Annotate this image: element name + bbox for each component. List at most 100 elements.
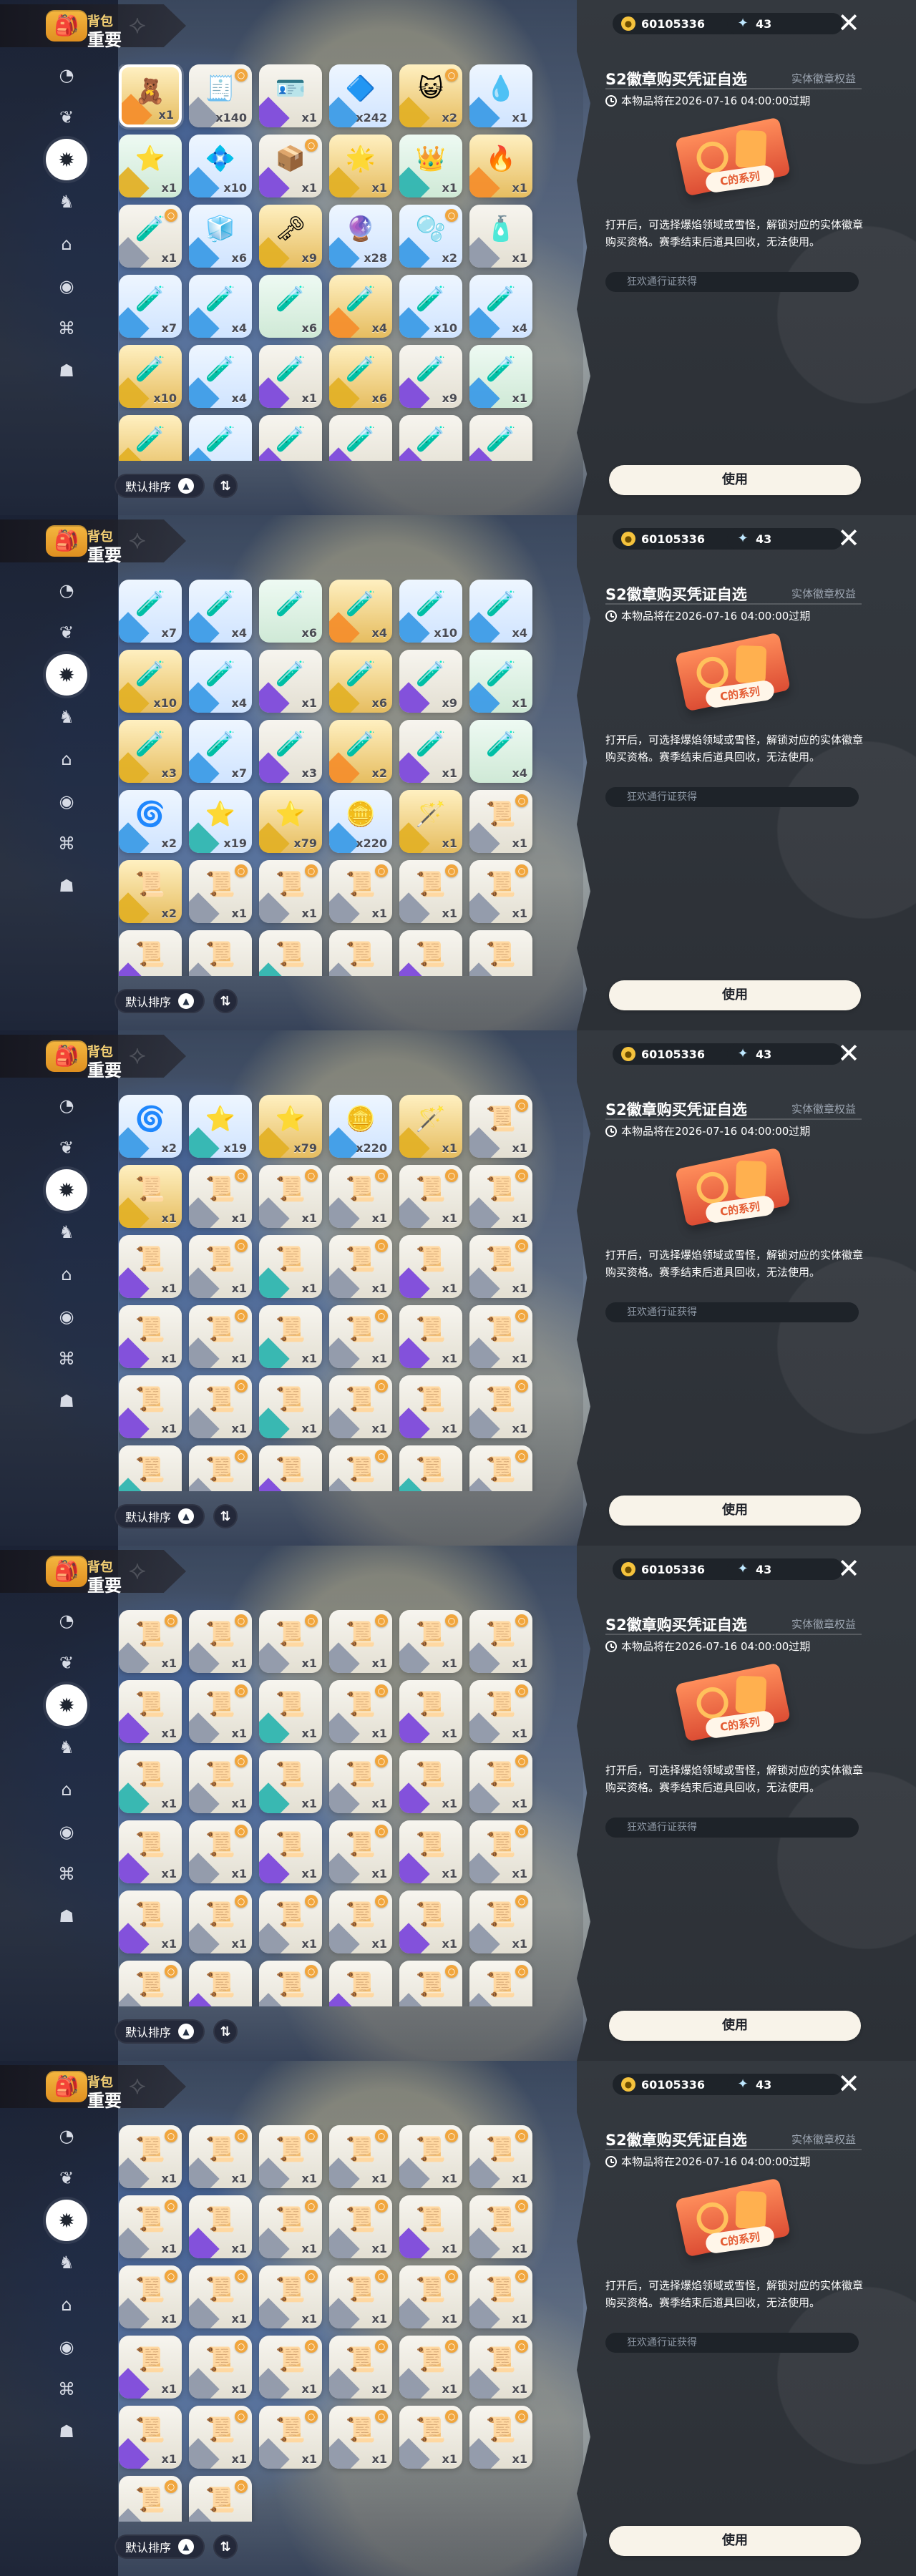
inventory-slot[interactable]: 📜○x1 [189, 1680, 252, 1743]
inventory-slot[interactable]: 📜○x1 [329, 860, 392, 923]
inventory-slot[interactable]: 📜○x1 [469, 1305, 532, 1368]
inventory-slot[interactable]: 📜○x1 [189, 1165, 252, 1228]
inventory-slot[interactable]: 📜○x1 [259, 1610, 322, 1673]
sidebar-item-2[interactable]: ❦ [52, 1133, 82, 1163]
use-button[interactable]: 使用 [609, 980, 861, 1010]
inventory-slot[interactable]: 📜○x1 [189, 1750, 252, 1813]
sort-toggle-button[interactable]: ⇅ [213, 1504, 238, 1528]
inventory-slot[interactable]: 🌀 x2 [119, 1095, 182, 1158]
sidebar-item-7[interactable]: ⌘ [52, 829, 82, 859]
inventory-slot[interactable]: 🧪 x1 [259, 345, 322, 408]
inventory-slot[interactable]: 📜○x1 [259, 2195, 322, 2258]
sidebar-item-2[interactable]: ❦ [52, 618, 82, 648]
sidebar-item-3[interactable]: ✹ [46, 1169, 87, 1211]
inventory-slot[interactable]: 📜x1 [259, 1445, 322, 1491]
sidebar-item-6[interactable]: ◉ [52, 1817, 82, 1847]
inventory-slot[interactable]: 🌀 x2 [119, 790, 182, 853]
inventory-slot[interactable]: 🔥 x1 [469, 135, 532, 197]
inventory-slot[interactable]: 📜x1 [119, 1165, 182, 1228]
inventory-slot[interactable]: 🧪 x10 [119, 650, 182, 713]
sidebar-item-4[interactable]: ♞ [52, 1732, 82, 1762]
inventory-slot[interactable]: 🧪 [119, 415, 182, 461]
inventory-slot[interactable]: 📜○x1 [189, 1235, 252, 1298]
inventory-slot[interactable]: 📜x1 [329, 1961, 392, 2006]
inventory-slot[interactable]: 📜 [329, 930, 392, 976]
inventory-slot[interactable]: 🧾 ○ x140 [189, 64, 252, 127]
inventory-slot[interactable]: 📜○x1 [329, 2406, 392, 2469]
inventory-slot[interactable]: 🪄 x1 [399, 790, 462, 853]
inventory-slot[interactable]: 🧪 x9 [399, 650, 462, 713]
inventory-slot[interactable]: 🪄 x1 [399, 1095, 462, 1158]
inventory-slot[interactable]: 📜○x1 [469, 1961, 532, 2006]
inventory-slot[interactable]: 📜x1 [259, 1235, 322, 1298]
sidebar-item-5[interactable]: ⌂ [52, 744, 82, 774]
inventory-slot[interactable]: 📜x1 [119, 2336, 182, 2399]
inventory-slot[interactable]: 😺 ○ x2 [399, 64, 462, 127]
sidebar-item-6[interactable]: ◉ [52, 2332, 82, 2362]
inventory-slot[interactable]: 📜○x1 [469, 1680, 532, 1743]
inventory-slot[interactable]: 📜x1 [399, 1305, 462, 1368]
inventory-slot[interactable]: 📜 [119, 930, 182, 976]
use-button[interactable]: 使用 [609, 2011, 861, 2041]
inventory-slot[interactable]: 🧪 x4 [189, 650, 252, 713]
inventory-slot[interactable]: 📜○x1 [329, 2125, 392, 2188]
sidebar-item-4[interactable]: ♞ [52, 2248, 82, 2278]
use-button[interactable]: 使用 [609, 465, 861, 495]
close-button[interactable]: ✕ [832, 1036, 866, 1070]
inventory-slot[interactable]: 📜x1 [119, 2406, 182, 2469]
inventory-slot[interactable]: 📜○x1 [259, 1165, 322, 1228]
inventory-slot[interactable]: 🧪 x6 [259, 275, 322, 338]
inventory-slot[interactable]: 📜○x1 [119, 1610, 182, 1673]
inventory-slot[interactable]: 📜○x1 [399, 860, 462, 923]
inventory-slot[interactable]: 🧪 x10 [119, 345, 182, 408]
inventory-slot[interactable]: 💧 x1 [469, 64, 532, 127]
inventory-slot[interactable]: 🧪 x7 [189, 720, 252, 783]
sidebar-item-6[interactable]: ◉ [52, 271, 82, 301]
inventory-slot[interactable]: 🧪 x4 [189, 275, 252, 338]
sort-button[interactable]: 默认排序 ▲ [114, 474, 205, 498]
sidebar-item-2[interactable]: ❦ [52, 102, 82, 132]
sort-toggle-button[interactable]: ⇅ [213, 474, 238, 498]
inventory-slot[interactable]: 📜x1 [119, 1445, 182, 1491]
inventory-slot[interactable]: 📜○x1 [329, 2265, 392, 2328]
sidebar-item-3[interactable]: ✹ [46, 654, 87, 696]
inventory-slot[interactable]: ⭐ x1 [119, 135, 182, 197]
sidebar-item-6[interactable]: ◉ [52, 786, 82, 816]
inventory-slot[interactable]: 🧪 x4 [329, 275, 392, 338]
inventory-slot[interactable]: 📜 x2 [119, 860, 182, 923]
inventory-slot[interactable]: 📜x1 [189, 2195, 252, 2258]
use-button[interactable]: 使用 [609, 1496, 861, 1526]
sidebar-item-7[interactable]: ⌘ [52, 313, 82, 343]
inventory-slot[interactable]: 🧪 x1 [259, 650, 322, 713]
sidebar-item-1[interactable]: ◔ [52, 60, 82, 90]
inventory-slot[interactable]: 📜○x1 [469, 1375, 532, 1438]
inventory-slot[interactable]: 🧸 x1 [119, 64, 182, 127]
inventory-slot[interactable]: 📜○x1 [189, 2336, 252, 2399]
inventory-slot[interactable]: 📜x1 [259, 1680, 322, 1743]
inventory-slot[interactable]: 🧪 [469, 415, 532, 461]
inventory-slot[interactable]: 📜○x1 [329, 1305, 392, 1368]
inventory-slot[interactable]: 📜 [399, 930, 462, 976]
sidebar-item-7[interactable]: ⌘ [52, 2374, 82, 2404]
sidebar-item-8[interactable]: ☗ [52, 1386, 82, 1416]
inventory-slot[interactable]: 📜○x1 [329, 1750, 392, 1813]
close-button[interactable]: ✕ [832, 521, 866, 555]
inventory-slot[interactable]: 📜x1 [119, 1890, 182, 1953]
sidebar-item-7[interactable]: ⌘ [52, 1344, 82, 1374]
inventory-slot[interactable]: 📜x1 [399, 1445, 462, 1491]
inventory-slot[interactable]: 📜○x1 [329, 1235, 392, 1298]
sort-toggle-button[interactable]: ⇅ [213, 2534, 238, 2559]
inventory-slot[interactable]: 📜○x1 [189, 860, 252, 923]
inventory-slot[interactable]: 📜○x1 [469, 1445, 532, 1491]
inventory-slot[interactable]: 📜x1 [259, 1305, 322, 1368]
inventory-slot[interactable]: 📜○x1 [469, 1750, 532, 1813]
inventory-slot[interactable]: 📜x1 [259, 1750, 322, 1813]
inventory-slot[interactable]: 🧪 x4 [469, 275, 532, 338]
inventory-slot[interactable]: 📜○x1 [259, 860, 322, 923]
inventory-slot[interactable]: 📜x1 [259, 1820, 322, 1883]
inventory-slot[interactable]: 📜○x1 [259, 2406, 322, 2469]
inventory-slot[interactable]: 📜x1 [399, 2195, 462, 2258]
sort-toggle-button[interactable]: ⇅ [213, 989, 238, 1013]
inventory-slot[interactable]: 🪪 x1 [259, 64, 322, 127]
inventory-slot[interactable]: 🔷 x242 [329, 64, 392, 127]
